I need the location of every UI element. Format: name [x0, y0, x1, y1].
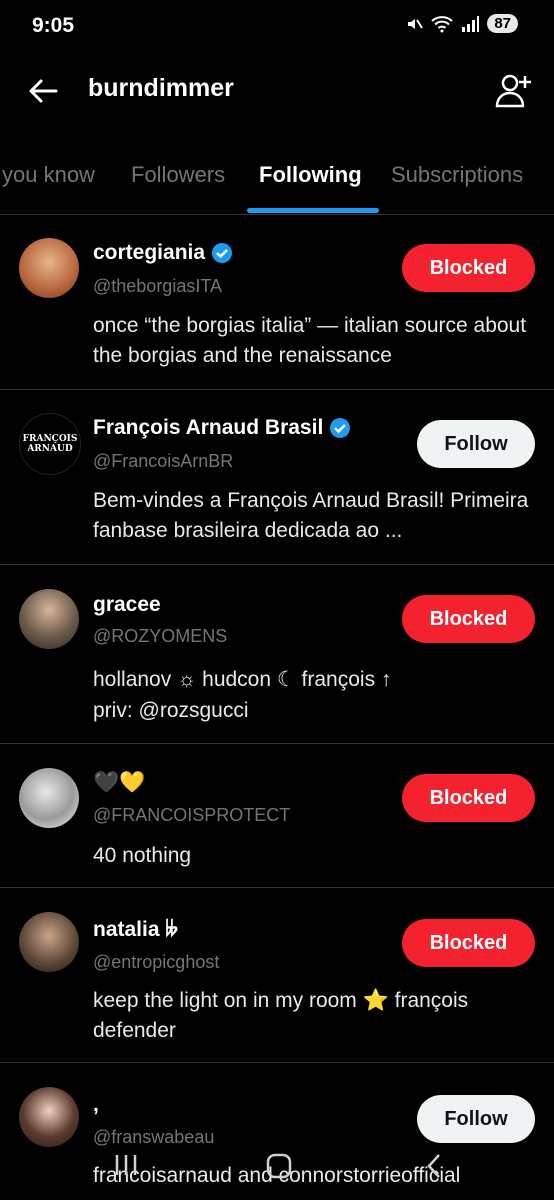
list-item[interactable]: 🖤💛 @FRANCOISPROTECT 40 nothing Blocked [0, 744, 554, 888]
tab-following[interactable]: Following [259, 162, 362, 188]
back-arrow-icon[interactable] [26, 74, 60, 108]
account-name[interactable]: 🖤💛 [93, 771, 145, 795]
account-name-row: cortegiania [93, 241, 233, 265]
blocked-button[interactable]: Blocked [402, 774, 535, 822]
verified-badge-icon [212, 243, 233, 263]
account-name[interactable]: cortegiania [93, 241, 205, 265]
back-nav-icon[interactable] [424, 1152, 444, 1180]
account-bio-line-2: priv: @rozsgucci [93, 699, 249, 722]
avatar[interactable] [19, 589, 79, 649]
status-bar: 9:05 87 [0, 0, 554, 56]
avatar[interactable] [19, 238, 79, 298]
home-icon[interactable] [265, 1152, 293, 1180]
system-icons: 87 [405, 14, 518, 33]
follow-button[interactable]: Follow [417, 420, 535, 468]
top-app-bar: burndimmer [0, 60, 554, 124]
mute-icon [408, 18, 424, 29]
page-title: burndimmer [88, 74, 234, 102]
list-item[interactable]: FRANÇOIS ARNAUD François Arnaud Brasil @… [0, 390, 554, 565]
account-bio: keep the light on in my room ⭐ françois … [93, 989, 469, 1042]
account-bio: Bem-vindes a François Arnaud Brasil! Pri… [93, 489, 529, 542]
account-bio: 40 nothing [93, 844, 192, 867]
account-handle: @FRANCOISPROTECT [93, 805, 291, 825]
account-handle: @ROZYOMENS [93, 626, 228, 646]
account-name[interactable]: gracee [93, 593, 161, 617]
account-name[interactable]: , [93, 1093, 99, 1117]
follow-button[interactable]: Follow [417, 1095, 535, 1143]
avatar[interactable] [19, 1087, 79, 1147]
recent-apps-icon[interactable] [112, 1152, 140, 1178]
avatar[interactable]: FRANÇOIS ARNAUD [19, 413, 81, 475]
tab-bar: you know Followers Following Subscriptio… [0, 152, 554, 215]
account-name[interactable]: François Arnaud Brasil [93, 416, 323, 440]
avatar[interactable] [19, 768, 79, 828]
verified-badge-icon [330, 418, 351, 438]
blocked-button[interactable]: Blocked [402, 595, 535, 643]
account-name[interactable]: natalia 𝄫 [93, 918, 178, 942]
list-item[interactable]: cortegiania @theborgiasITA once “the bor… [0, 215, 554, 390]
account-bio: once “the borgias italia” — italian sour… [93, 314, 527, 367]
signal-icon [462, 15, 480, 32]
add-user-icon[interactable] [494, 72, 532, 110]
list-item[interactable]: gracee @ROZYOMENS hollanov ☼ hudcon ☾ fr… [0, 565, 554, 744]
tab-followers[interactable]: Followers [131, 162, 225, 188]
clock: 9:05 [32, 14, 75, 37]
system-navigation-bar [0, 1140, 554, 1200]
blocked-button[interactable]: Blocked [402, 919, 535, 967]
account-name-row: François Arnaud Brasil [93, 416, 351, 440]
tab-followers-you-know[interactable]: you know [2, 162, 95, 188]
avatar-logo-text: FRANÇOIS ARNAUD [22, 434, 78, 454]
account-handle: @theborgiasITA [93, 276, 222, 296]
blocked-button[interactable]: Blocked [402, 244, 535, 292]
battery-indicator: 87 [487, 14, 518, 33]
active-tab-indicator [247, 208, 379, 213]
wifi-icon [431, 15, 453, 32]
list-item[interactable]: natalia 𝄫 @entropicghost keep the light … [0, 888, 554, 1063]
account-handle: @FrancoisArnBR [93, 451, 234, 471]
account-handle: @entropicghost [93, 952, 220, 972]
avatar[interactable] [19, 912, 79, 972]
tab-subscriptions[interactable]: Subscriptions [391, 162, 523, 188]
account-bio-line-1: hollanov ☼ hudcon ☾ françois ↑ [93, 668, 392, 691]
